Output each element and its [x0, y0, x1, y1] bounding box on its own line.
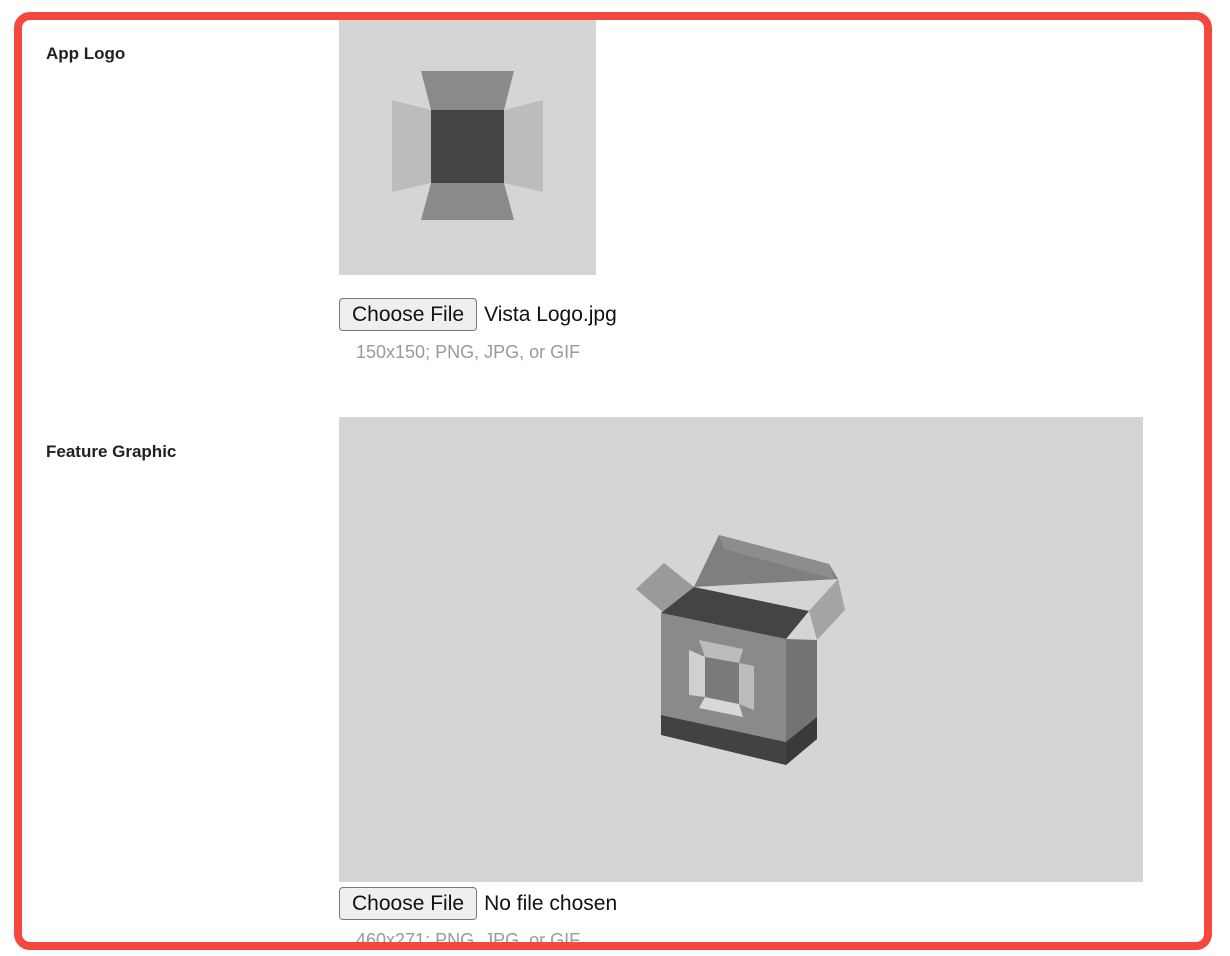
product-box-icon — [636, 535, 845, 765]
feature-graphic-preview — [339, 417, 1143, 882]
open-box-icon — [392, 71, 543, 220]
app-logo-file-name: Vista Logo.jpg — [484, 302, 617, 326]
app-logo-hint: 150x150; PNG, JPG, or GIF — [356, 342, 581, 362]
app-logo-choose-file-button[interactable]: Choose File — [339, 298, 478, 331]
app-logo-preview — [339, 20, 596, 275]
feature-graphic-file-row: Choose File No file chosen — [339, 887, 617, 920]
feature-graphic-file-name: No file chosen — [484, 891, 618, 915]
feature-graphic-choose-file-button[interactable]: Choose File — [339, 887, 478, 920]
highlight-frame: App Logo Choose File Vista Logo.jpg 150x… — [14, 12, 1212, 950]
feature-graphic-label: Feature Graphic — [46, 442, 177, 461]
app-logo-file-row: Choose File Vista Logo.jpg — [339, 298, 617, 331]
feature-graphic-hint: 460x271; PNG, JPG, or GIF — [356, 930, 581, 950]
app-logo-label: App Logo — [46, 44, 126, 63]
